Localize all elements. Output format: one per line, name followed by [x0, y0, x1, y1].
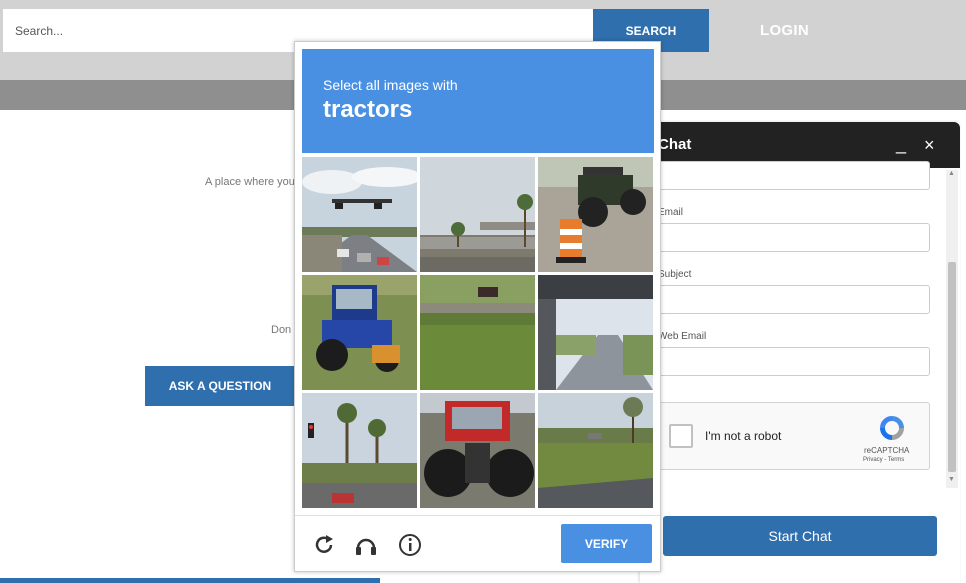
recaptcha-widget: I'm not a robot reCAPTCHA Privacy - Term…: [658, 402, 930, 470]
captcha-tile-green-tractor-cone[interactable]: [538, 157, 653, 272]
captcha-instruction: Select all images with: [323, 77, 458, 93]
recaptcha-logo-icon: [880, 416, 904, 440]
web-email-label: Web Email: [658, 331, 707, 342]
chat-widget: Chat _ × Email Subject Web Email I'm not…: [640, 122, 960, 583]
scroll-up-icon[interactable]: ▲: [948, 170, 955, 177]
close-icon[interactable]: ×: [924, 136, 935, 154]
minimize-icon[interactable]: _: [896, 134, 910, 155]
reload-icon[interactable]: [311, 532, 337, 558]
captcha-tile-overpass-palm-tree[interactable]: [420, 157, 535, 272]
captcha-header: Select all images with tractors: [302, 49, 654, 153]
scroll-down-icon[interactable]: ▼: [948, 476, 955, 483]
ask-question-button[interactable]: ASK A QUESTION: [145, 366, 295, 406]
recaptcha-label: I'm not a robot: [705, 429, 782, 443]
captcha-tile-street-intersection[interactable]: [302, 157, 417, 272]
verify-button[interactable]: VERIFY: [561, 524, 652, 563]
tagline: A place where you: [205, 176, 295, 188]
captcha-tile-street-traffic-light[interactable]: [302, 393, 417, 508]
subject-label: Subject: [658, 269, 692, 280]
recaptcha-links[interactable]: Privacy - Terms: [863, 457, 904, 463]
email-label: Email: [658, 207, 684, 218]
captcha-footer-divider: [295, 515, 660, 516]
partial-text: Don: [271, 324, 292, 336]
login-link[interactable]: LOGIN: [760, 22, 809, 39]
start-chat-button[interactable]: Start Chat: [663, 516, 937, 556]
web-email-field[interactable]: [658, 347, 930, 376]
name-field[interactable]: [658, 161, 930, 190]
captcha-tile-grass-roadside[interactable]: [538, 393, 653, 508]
recaptcha-checkbox[interactable]: [669, 424, 693, 448]
audio-icon[interactable]: [353, 532, 379, 558]
subject-field[interactable]: [658, 285, 930, 314]
recaptcha-brand: reCAPTCHA: [864, 446, 910, 455]
captcha-tile-blue-tractor[interactable]: [302, 275, 417, 390]
scroll-thumb[interactable]: [948, 262, 956, 472]
chat-title: Chat: [658, 136, 692, 153]
captcha-popup: Select all images with tractors VERIFY: [294, 41, 661, 572]
captcha-target: tractors: [323, 96, 413, 123]
bottom-stripe: [0, 578, 380, 583]
chat-scrollbar[interactable]: ▲ ▼: [946, 170, 958, 488]
captcha-tile-grass-field-car[interactable]: [420, 275, 535, 390]
info-icon[interactable]: [397, 532, 423, 558]
email-field[interactable]: [658, 223, 930, 252]
captcha-tile-red-tractor-rear[interactable]: [420, 393, 535, 508]
captcha-tile-road-under-bridge[interactable]: [538, 275, 653, 390]
